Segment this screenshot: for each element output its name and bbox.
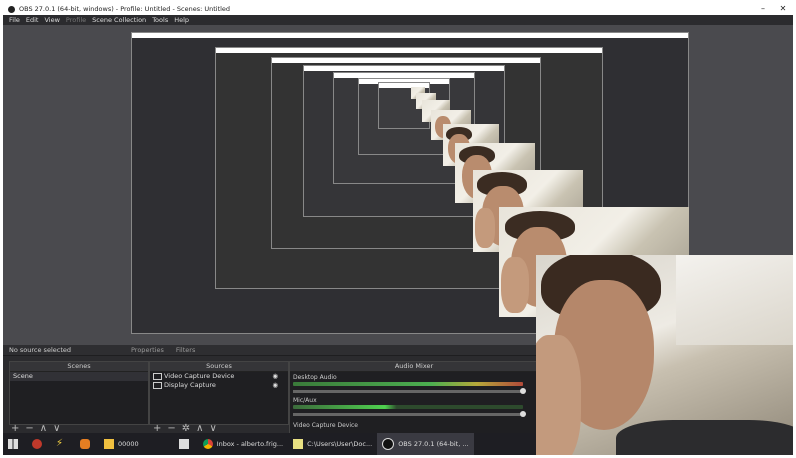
no-source-label: No source selected bbox=[9, 346, 71, 354]
taskbar-chrome[interactable]: Inbox - alberto.frig... bbox=[198, 433, 288, 455]
menu-profile[interactable]: Profile bbox=[66, 16, 86, 24]
camera-icon bbox=[153, 372, 162, 380]
source-item[interactable]: Video Capture Device ◉ bbox=[150, 372, 288, 381]
windows-icon bbox=[8, 439, 18, 449]
folder-icon bbox=[104, 439, 114, 449]
track-label: Desktop Audio bbox=[293, 374, 337, 381]
volume-knob[interactable] bbox=[520, 388, 526, 394]
taskbar-app[interactable] bbox=[75, 433, 99, 455]
obs-icon bbox=[382, 438, 395, 450]
app-icon-red bbox=[32, 439, 42, 449]
volume-slider[interactable] bbox=[293, 390, 523, 393]
title-bar: OBS 27.0.1 (64-bit, windows) - Profile: … bbox=[3, 3, 793, 15]
obs-logo-icon bbox=[8, 5, 15, 13]
track-label: Mic/Aux bbox=[293, 397, 317, 404]
volume-meter bbox=[293, 382, 523, 386]
taskbar-obs[interactable]: OBS 27.0.1 (64-bit, ... bbox=[377, 433, 474, 455]
visibility-icon[interactable]: ◉ bbox=[272, 381, 278, 390]
audio-mixer-header: Audio Mixer bbox=[290, 362, 538, 372]
filters-button[interactable]: Filters bbox=[176, 346, 195, 354]
lightning-icon: ⚡ bbox=[56, 438, 64, 449]
track-label: Video Capture Device bbox=[293, 422, 359, 429]
close-button[interactable]: ✕ bbox=[773, 3, 793, 15]
scene-item[interactable]: Scene bbox=[10, 372, 148, 381]
taskbar-notepad[interactable]: C:\Users\User\Doc... bbox=[288, 433, 377, 455]
rocket-icon bbox=[80, 439, 90, 449]
sources-header: Sources bbox=[150, 362, 288, 372]
notepad-icon bbox=[293, 439, 304, 449]
taskbar-folder[interactable]: 00000 bbox=[99, 433, 144, 455]
taskbar-app[interactable] bbox=[27, 433, 51, 455]
sources-panel: Sources Video Capture Device ◉ Display Ca… bbox=[149, 361, 289, 425]
minimize-button[interactable]: – bbox=[753, 3, 773, 15]
menu-help[interactable]: Help bbox=[174, 16, 189, 24]
person-shirt bbox=[616, 420, 793, 455]
start-button[interactable] bbox=[3, 433, 27, 455]
photos-icon bbox=[178, 439, 189, 449]
menu-bar: File Edit View Profile Scene Collection … bbox=[3, 15, 793, 25]
taskbar-app[interactable]: ⚡ bbox=[51, 433, 75, 455]
menu-scene-collection[interactable]: Scene Collection bbox=[92, 16, 146, 24]
visibility-icon[interactable]: ◉ bbox=[272, 372, 278, 381]
menu-tools[interactable]: Tools bbox=[152, 16, 168, 24]
menu-view[interactable]: View bbox=[44, 16, 59, 24]
volume-knob[interactable] bbox=[520, 411, 526, 417]
audio-mixer-panel: Audio Mixer Desktop Audio Mic/Aux Video … bbox=[289, 361, 539, 435]
monitor-icon bbox=[153, 381, 162, 389]
webcam-overlay bbox=[536, 255, 793, 455]
scenes-panel: Scenes Scene bbox=[9, 361, 149, 425]
volume-meter bbox=[293, 405, 523, 409]
volume-slider[interactable] bbox=[293, 413, 523, 416]
taskbar-app[interactable] bbox=[174, 433, 198, 455]
menu-file[interactable]: File bbox=[9, 16, 20, 24]
source-item[interactable]: Display Capture ◉ bbox=[150, 381, 288, 390]
person-hand bbox=[536, 335, 581, 455]
window-title: OBS 27.0.1 (64-bit, windows) - Profile: … bbox=[19, 5, 231, 13]
scenes-header: Scenes bbox=[10, 362, 148, 372]
chrome-icon bbox=[202, 439, 213, 449]
menu-edit[interactable]: Edit bbox=[26, 16, 39, 24]
properties-button[interactable]: Properties bbox=[131, 346, 164, 354]
